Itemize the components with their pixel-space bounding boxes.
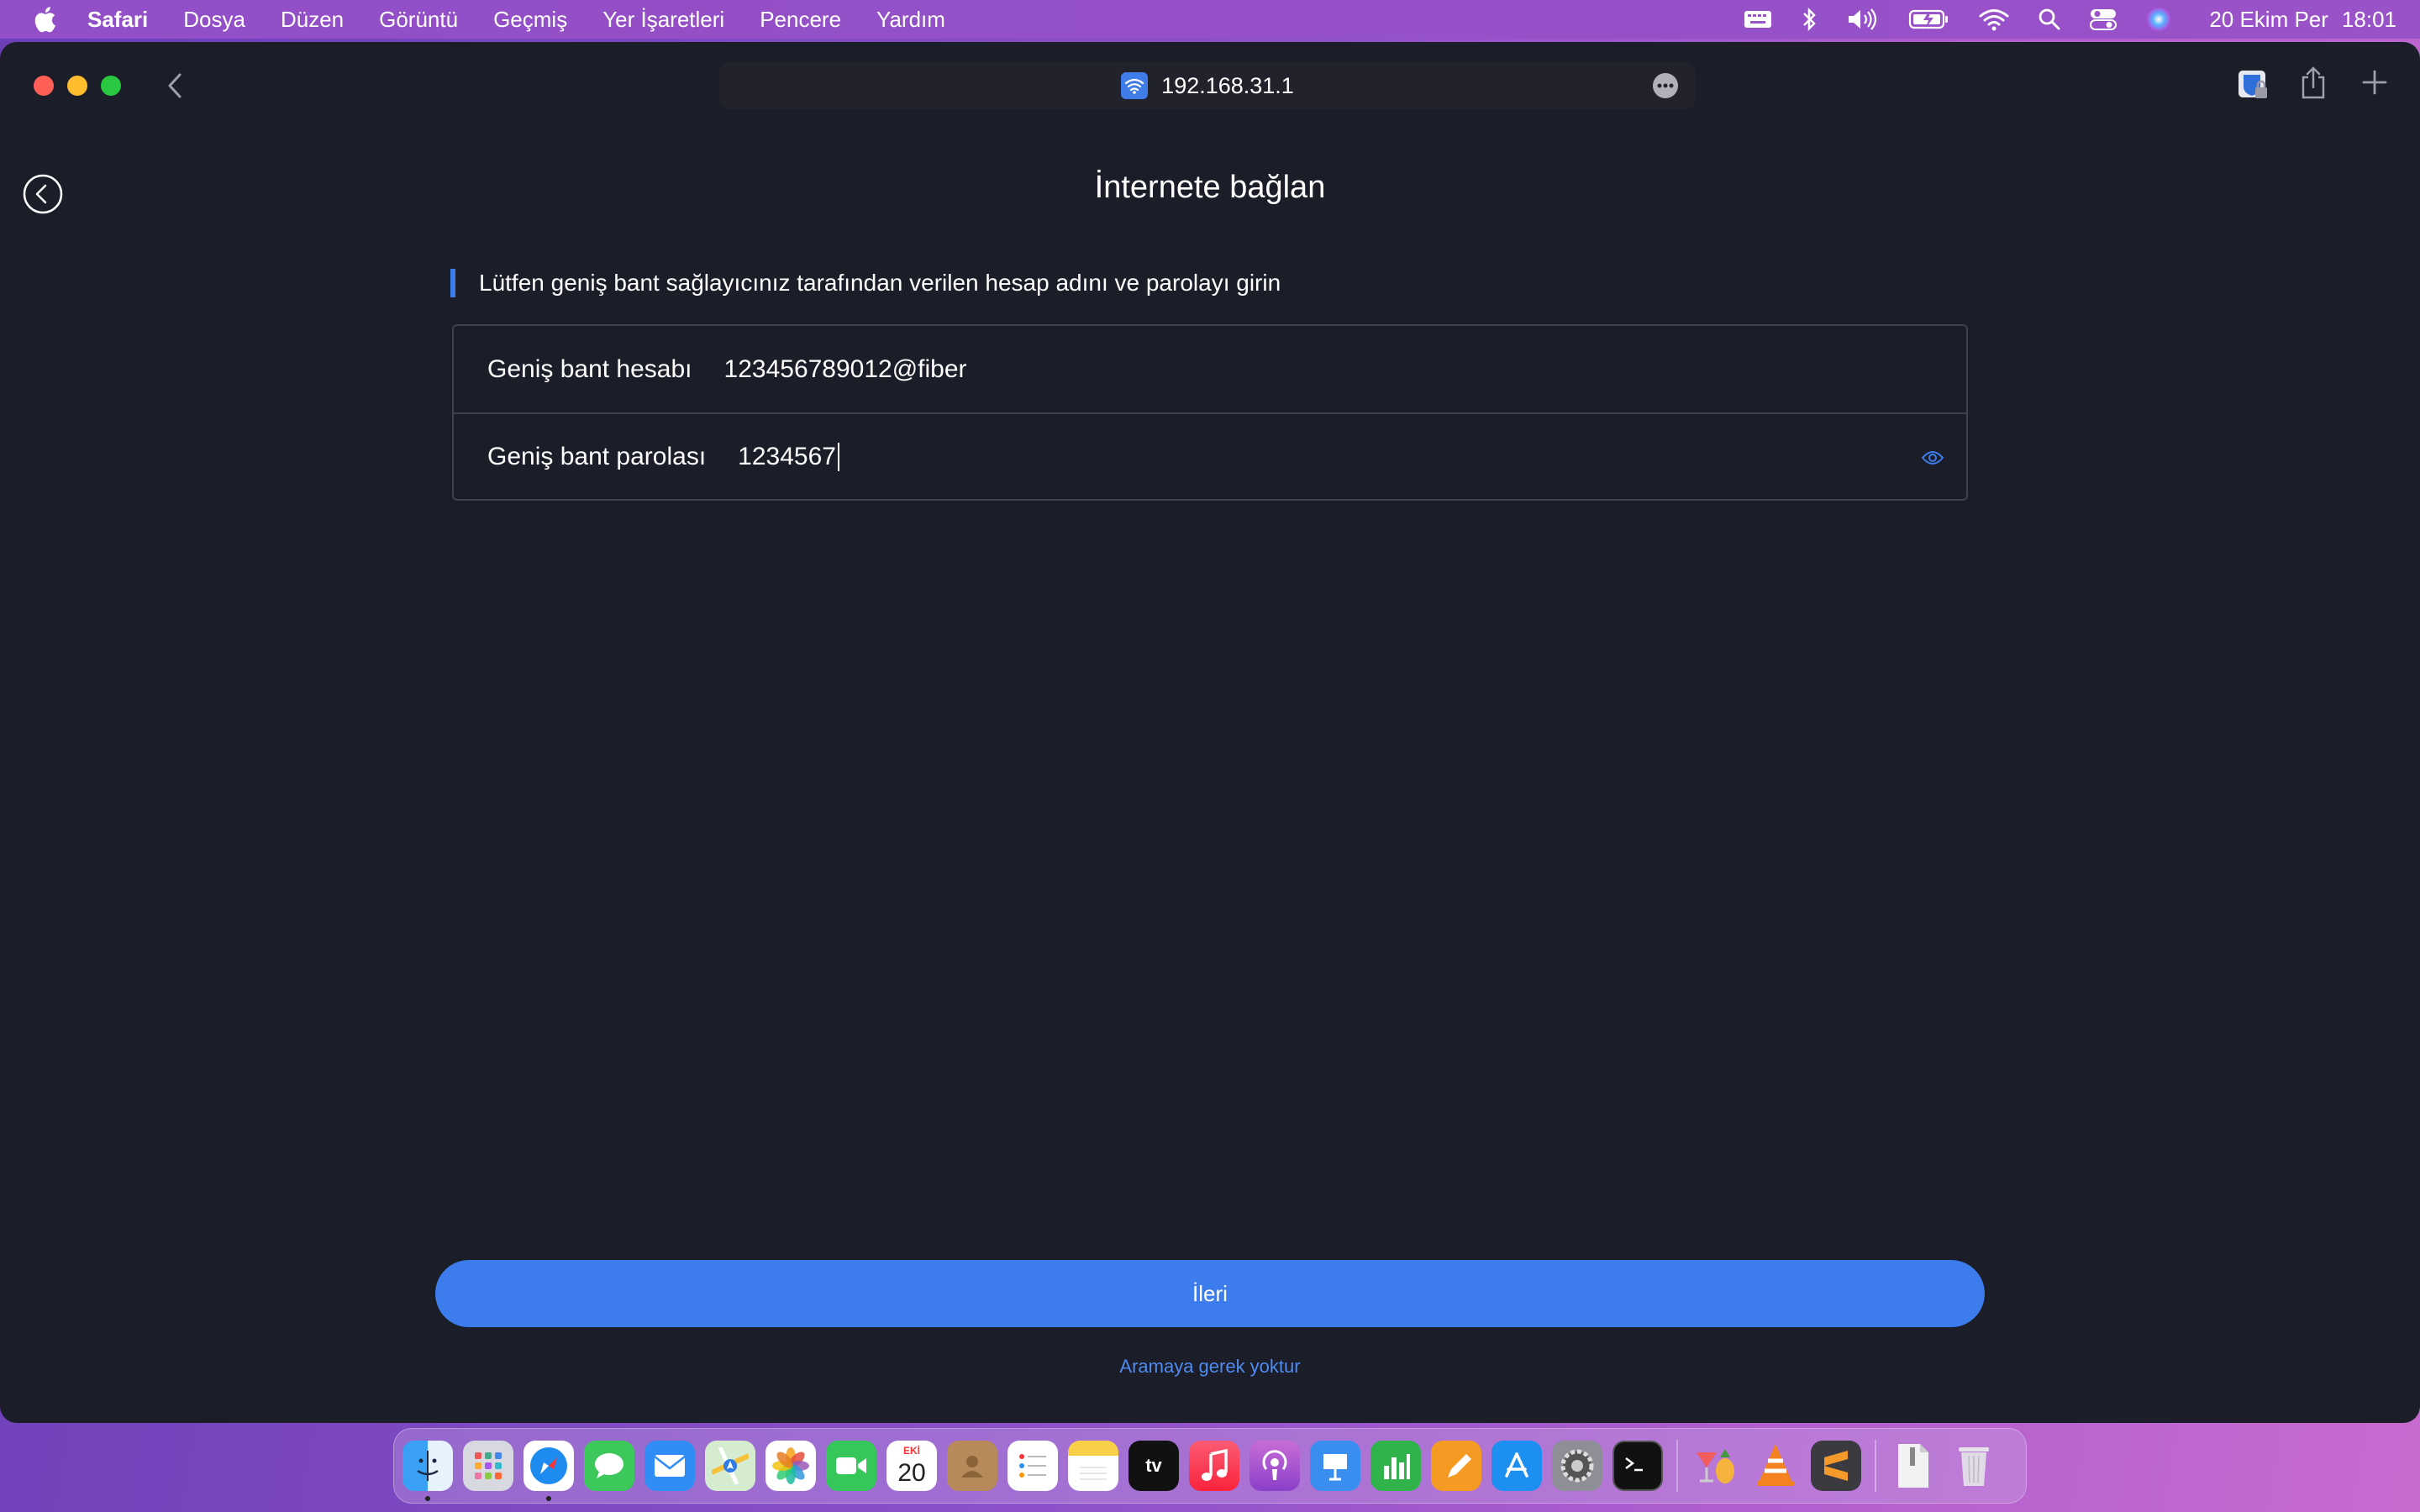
safari-icon[interactable]	[523, 1441, 574, 1501]
menu-bar-clock[interactable]: 20 Ekim Per 18:01	[2209, 7, 2396, 33]
dock-separator	[1875, 1440, 1876, 1492]
app-store-icon[interactable]	[1491, 1441, 1542, 1491]
apple-menu-icon[interactable]	[32, 5, 57, 34]
messages-icon[interactable]	[584, 1441, 634, 1491]
notes-icon[interactable]	[1068, 1441, 1118, 1491]
show-password-icon[interactable]	[1921, 446, 1944, 466]
window-minimize-button[interactable]	[67, 76, 87, 96]
address-bar[interactable]: 192.168.31.1	[719, 62, 1696, 109]
reminders-icon[interactable]	[1007, 1441, 1058, 1491]
browser-toolbar: 192.168.31.1	[0, 42, 2420, 126]
password-value: 1234567	[738, 442, 836, 470]
battery-icon[interactable]	[1908, 8, 1950, 30]
menu-history[interactable]: Geçmiş	[493, 7, 567, 33]
numbers-icon[interactable]	[1370, 1441, 1421, 1491]
window-close-button[interactable]	[34, 76, 54, 96]
control-center-icon[interactable]	[2090, 8, 2118, 31]
calendar-month: EKİ	[902, 1445, 920, 1457]
maps-icon[interactable]	[705, 1441, 755, 1491]
text-caret	[837, 442, 839, 471]
calendar-day: 20	[897, 1459, 926, 1487]
sublime-text-icon[interactable]	[1811, 1441, 1861, 1491]
podcasts-icon[interactable]	[1249, 1441, 1300, 1491]
apple-tv-icon[interactable]: tv	[1128, 1441, 1179, 1491]
mail-icon[interactable]	[644, 1441, 695, 1491]
dock: EKİ 20 tv	[393, 1428, 2027, 1504]
extension-icon[interactable]	[2237, 69, 2269, 101]
no-dialing-link[interactable]: Aramaya gerek yoktur	[0, 1356, 2420, 1378]
window-zoom-button[interactable]	[101, 76, 121, 96]
address-text[interactable]: 192.168.31.1	[1161, 73, 1294, 99]
page-title: İnternete bağlan	[1094, 170, 1326, 205]
finder-icon[interactable]	[402, 1441, 453, 1501]
volume-icon[interactable]	[1846, 8, 1880, 31]
credentials-form: Geniş bant hesabı 123456789012@fiber Gen…	[452, 324, 1968, 501]
keynote-icon[interactable]	[1310, 1441, 1360, 1491]
password-input[interactable]: 1234567	[738, 442, 839, 471]
bluetooth-icon[interactable]	[1801, 7, 1818, 32]
menu-bar-date: 20 Ekim Per	[2209, 6, 2328, 32]
vlc-icon[interactable]	[1750, 1441, 1801, 1491]
menu-bar-time: 18:01	[2341, 6, 2396, 32]
menu-bar-status-area: 20 Ekim Per 18:01	[1715, 0, 2396, 39]
siri-icon[interactable]	[2145, 6, 2172, 33]
new-tab-icon[interactable]	[2361, 69, 2388, 96]
system-preferences-icon[interactable]	[1552, 1441, 1602, 1491]
browser-window: 192.168.31.1 İnternete bağlan Lütfen gen…	[0, 42, 2420, 1423]
more-options-icon[interactable]	[1652, 72, 1679, 99]
photos-icon[interactable]	[765, 1441, 816, 1491]
contacts-icon[interactable]	[947, 1441, 997, 1491]
next-button[interactable]: İleri	[435, 1260, 1985, 1327]
keyboard-icon[interactable]	[1744, 8, 1772, 30]
menu-view[interactable]: Görüntü	[379, 7, 458, 33]
browser-back-icon[interactable]	[163, 72, 188, 99]
spotlight-icon[interactable]	[2038, 8, 2061, 31]
archive-file-icon[interactable]	[1888, 1441, 1939, 1491]
tv-label: tv	[1145, 1455, 1162, 1476]
account-label: Geniş bant hesabı	[487, 354, 692, 383]
menu-help[interactable]: Yardım	[876, 7, 945, 33]
menu-window[interactable]: Pencere	[760, 7, 841, 33]
running-indicator	[425, 1496, 430, 1501]
facetime-icon[interactable]	[826, 1441, 876, 1491]
menu-file[interactable]: Dosya	[183, 7, 245, 33]
running-indicator	[546, 1496, 551, 1501]
terminal-icon[interactable]	[1612, 1441, 1663, 1491]
menu-edit[interactable]: Düzen	[281, 7, 344, 33]
menu-bar: Safari Dosya Düzen Görüntü Geçmiş Yer İş…	[0, 0, 2420, 39]
cocktail-app-icon[interactable]	[1690, 1441, 1740, 1491]
site-wifi-icon	[1121, 72, 1149, 99]
launchpad-icon[interactable]	[463, 1441, 513, 1491]
music-icon[interactable]	[1189, 1441, 1239, 1491]
menu-bookmarks[interactable]: Yer İşaretleri	[602, 7, 724, 33]
pages-icon[interactable]	[1431, 1441, 1481, 1491]
account-row[interactable]: Geniş bant hesabı 123456789012@fiber	[454, 326, 1966, 412]
share-icon[interactable]	[2300, 66, 2327, 99]
password-label: Geniş bant parolası	[487, 442, 707, 470]
calendar-icon[interactable]: EKİ 20	[886, 1441, 937, 1491]
menu-app-safari[interactable]: Safari	[87, 7, 148, 33]
dock-separator	[1676, 1440, 1678, 1492]
password-row[interactable]: Geniş bant parolası 1234567	[454, 412, 1966, 499]
wifi-icon[interactable]	[1979, 8, 2009, 31]
trash-icon[interactable]	[1949, 1441, 1999, 1491]
account-input[interactable]: 123456789012@fiber	[724, 355, 967, 384]
instruction-text: Lütfen geniş bant sağlayıcınız tarafında…	[450, 269, 1281, 297]
